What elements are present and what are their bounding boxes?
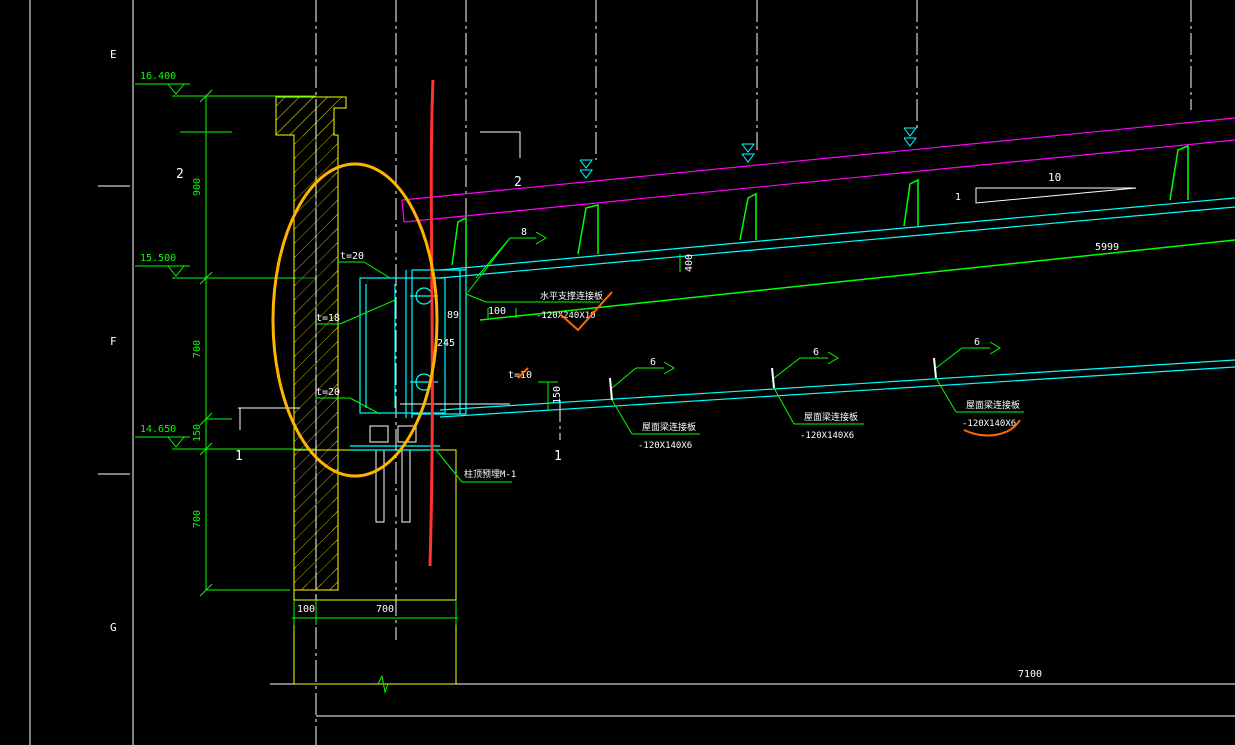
base-dimensions (292, 600, 458, 625)
roof-sheet (401, 117, 1235, 223)
weld-6-b: 6 (813, 347, 819, 358)
anchor-bolts (369, 425, 417, 523)
note-embed-name: 柱顶预埋M-1 (464, 468, 516, 480)
label-t20-top: t=20 (340, 251, 364, 262)
section-2-right: 2 (514, 175, 522, 190)
note-roof-plate-name-2: 屋面梁连接板 (804, 411, 858, 423)
dim-700-lower: 700 (192, 510, 203, 528)
dim-245: 245 (437, 338, 455, 349)
section-2-left: 2 (176, 167, 184, 182)
slope-symbol (975, 187, 1137, 204)
elevation-mid: 15.500 (140, 253, 176, 264)
axis-label-e: E (110, 48, 117, 61)
steel-connection (350, 197, 1235, 451)
note-roof-plate-spec-2: -120X140X6 (800, 431, 854, 441)
dim-span-5999: 5999 (1095, 242, 1119, 253)
weld-6-c: 6 (974, 337, 980, 348)
section-1-right: 1 (554, 449, 562, 464)
beam-connection-plates (609, 357, 937, 401)
elevation-bottom: 14.650 (140, 424, 176, 435)
dim-900: 900 (192, 178, 203, 196)
axis-label-g: G (110, 621, 117, 634)
note-roof-plate-spec-1: -120X140X6 (638, 441, 692, 451)
dim-700-upper: 700 (192, 340, 203, 358)
note-horizontal-plate-name: 水平支撑连接板 (540, 290, 603, 302)
dim-150: 150 (192, 424, 203, 442)
dim-150-web: 150 (552, 386, 563, 404)
weld-6-a: 6 (650, 357, 656, 368)
label-t20-bottom: t=20 (316, 387, 340, 398)
cad-drawing: E F G 16.400 15.500 14.650 900 700 150 7… (29, 0, 1235, 745)
note-roof-plate-spec-3: -120X140X6 (962, 419, 1016, 429)
note-roof-plate-name-3: 屋面梁连接板 (966, 399, 1020, 411)
section-1-left: 1 (235, 449, 243, 464)
axis-label-f: F (110, 335, 117, 348)
label-t18: t=18 (316, 313, 340, 324)
dim-span-7100: 7100 (1018, 669, 1042, 680)
dim-400: 400 (684, 254, 695, 272)
dim-base-100: 100 (297, 604, 315, 615)
purlin-markers (579, 127, 917, 179)
dim-base-700: 700 (376, 604, 394, 615)
concrete-column (275, 96, 347, 591)
slope-one: 1 (955, 192, 961, 203)
note-roof-plate-name-1: 屋面梁连接板 (642, 421, 696, 433)
slope-ten: 10 (1048, 171, 1061, 184)
dim-100-plate: 100 (488, 306, 506, 317)
dim-89: 89 (447, 310, 459, 321)
markup-red-line (428, 79, 435, 567)
weld-8: 8 (521, 227, 527, 238)
grid-centerlines (315, 0, 1192, 745)
elevation-marks (135, 83, 316, 450)
elevation-top: 16.400 (140, 71, 176, 82)
axis-frame (29, 0, 1235, 745)
